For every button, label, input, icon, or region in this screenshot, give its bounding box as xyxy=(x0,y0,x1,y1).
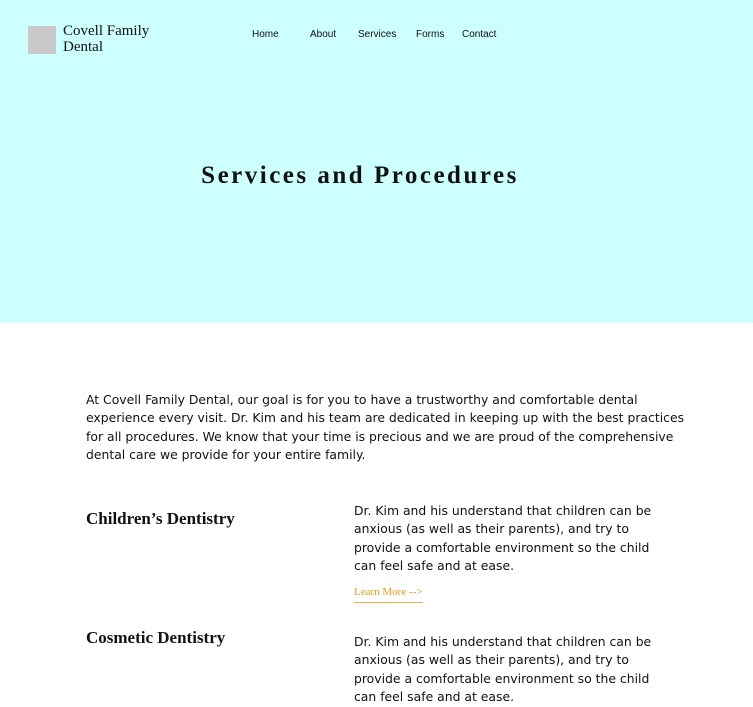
logo-placeholder-image[interactable] xyxy=(28,26,56,54)
intro-paragraph: At Covell Family Dental, our goal is for… xyxy=(86,392,685,463)
service-description-children: Dr. Kim and his understand that children… xyxy=(354,503,652,574)
brand-name[interactable]: Covell Family Dental xyxy=(63,23,173,55)
nav-about[interactable]: About xyxy=(310,29,336,40)
nav-contact[interactable]: Contact xyxy=(462,29,496,40)
service-description-cosmetic: Dr. Kim and his understand that children… xyxy=(354,634,652,705)
service-title-cosmetic: Cosmetic Dentistry xyxy=(86,628,226,647)
nav-forms[interactable]: Forms xyxy=(416,29,444,40)
page-title: Services and Procedures xyxy=(201,162,519,189)
service-title-children: Children’s Dentistry xyxy=(86,509,235,528)
learn-more-link[interactable]: Learn More --> xyxy=(354,586,423,603)
nav-services[interactable]: Services xyxy=(358,29,396,40)
hero-banner: Covell Family Dental Home About Services… xyxy=(0,0,753,323)
nav-home[interactable]: Home xyxy=(252,29,279,40)
